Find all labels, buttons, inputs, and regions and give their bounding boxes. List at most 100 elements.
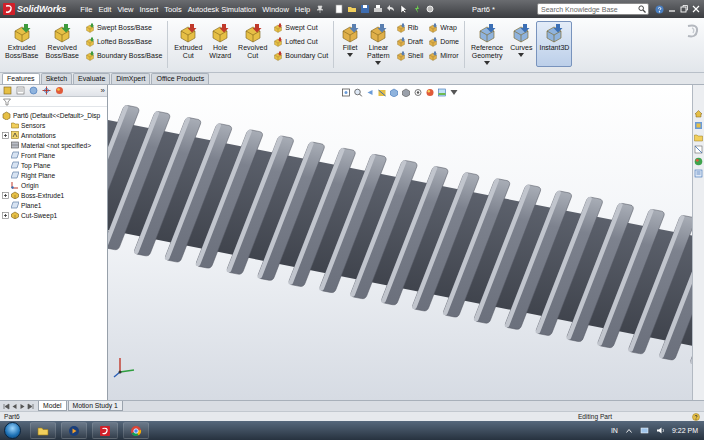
feature-icon[interactable] — [544, 23, 564, 43]
command-button[interactable]: Mirror — [428, 50, 459, 61]
feature-icon[interactable] — [85, 51, 95, 61]
command-tab[interactable]: Evaluate — [73, 73, 110, 84]
feature-icon[interactable] — [85, 23, 95, 33]
help-icon[interactable] — [655, 5, 664, 14]
undo-icon[interactable] — [386, 4, 396, 14]
command-button[interactable]: Extruded Boss/Base — [2, 21, 41, 67]
tree-item[interactable]: Right Plane — [2, 170, 106, 180]
command-button[interactable]: Instant3D — [536, 21, 572, 67]
feature-icon[interactable] — [396, 51, 406, 61]
minimize-icon[interactable] — [668, 5, 676, 13]
file-explorer-icon[interactable] — [694, 133, 703, 142]
edit-appearance-icon[interactable] — [426, 88, 435, 97]
command-button[interactable]: Extruded Cut — [171, 21, 205, 67]
appearances-icon[interactable] — [694, 157, 703, 166]
next-tab-icon[interactable] — [19, 403, 26, 410]
custom-properties-icon[interactable] — [694, 169, 703, 178]
command-button[interactable]: Reference Geometry — [468, 21, 506, 67]
feature-icon[interactable] — [273, 51, 283, 61]
zoom-to-fit-icon[interactable] — [342, 88, 351, 97]
menu-item[interactable]: Edit — [98, 5, 111, 14]
configuration-icon[interactable] — [29, 86, 38, 95]
feature-icon[interactable] — [210, 23, 230, 43]
clock[interactable]: 9:22 PM — [672, 427, 698, 434]
command-button[interactable]: Draft — [396, 36, 424, 47]
command-tab[interactable]: Features — [2, 73, 40, 84]
tree-item[interactable]: Cut-Sweep1 — [2, 210, 106, 220]
previous-view-icon[interactable] — [366, 88, 375, 97]
design-library-icon[interactable] — [694, 121, 703, 130]
command-button[interactable]: Swept Cut — [273, 22, 328, 33]
feature-icon[interactable] — [273, 23, 283, 33]
rebuild-icon[interactable] — [412, 4, 422, 14]
tree-item[interactable]: Material <not specified> — [2, 140, 106, 150]
feature-icon[interactable] — [85, 37, 95, 47]
filter-icon[interactable] — [3, 98, 11, 106]
options-icon[interactable] — [425, 4, 435, 14]
tray-arrow-icon[interactable] — [625, 427, 633, 435]
close-icon[interactable] — [692, 5, 700, 13]
command-button[interactable]: Fillet — [337, 21, 363, 67]
display-style-icon[interactable] — [402, 88, 411, 97]
magnifier-icon[interactable] — [638, 5, 646, 13]
expand-panel[interactable]: » — [101, 86, 105, 96]
panel-tab[interactable] — [54, 86, 65, 96]
command-button[interactable]: Revolved Cut — [235, 21, 270, 67]
view-settings-icon[interactable] — [450, 88, 459, 97]
app-logo[interactable]: SolidWorks — [3, 3, 66, 15]
first-tab-icon[interactable] — [3, 403, 10, 410]
menu-item[interactable]: File — [80, 5, 92, 14]
panel-tab[interactable] — [2, 86, 13, 96]
command-button[interactable]: Wrap — [428, 22, 459, 33]
feature-icon[interactable] — [396, 23, 406, 33]
panel-tab[interactable] — [41, 86, 52, 96]
menu-item[interactable]: Tools — [164, 5, 182, 14]
apply-scene-icon[interactable] — [438, 88, 447, 97]
search-field[interactable]: Search Knowledge Base — [537, 3, 649, 15]
section-view-icon[interactable] — [378, 88, 387, 97]
menu-item[interactable]: Insert — [140, 5, 159, 14]
menu-item[interactable]: Window — [262, 5, 289, 14]
start-button[interactable] — [4, 422, 21, 439]
tree-filter[interactable] — [0, 97, 107, 107]
feature-icon[interactable] — [511, 23, 531, 43]
chrome-icon[interactable] — [130, 425, 142, 437]
menu-item[interactable]: Autodesk Simulation — [188, 5, 256, 14]
dimxpert-icon[interactable] — [42, 86, 51, 95]
save-icon[interactable] — [360, 4, 370, 14]
taskbar-app[interactable] — [61, 422, 87, 439]
expand-icon[interactable] — [2, 192, 9, 199]
feature-icon[interactable] — [396, 37, 406, 47]
tree-item[interactable]: Plane1 — [2, 200, 106, 210]
part-model[interactable] — [108, 85, 692, 400]
feature-icon[interactable] — [243, 23, 263, 43]
panel-tab[interactable] — [15, 86, 26, 96]
dropdown-arrow-icon[interactable] — [518, 53, 524, 57]
command-button[interactable]: Boundary Cut — [273, 50, 328, 61]
feature-icon[interactable] — [12, 23, 32, 43]
last-tab-icon[interactable] — [27, 403, 34, 410]
tree-expander[interactable] — [2, 212, 9, 219]
command-button[interactable]: Dome — [428, 36, 459, 47]
ds-logo-icon[interactable] — [3, 3, 15, 15]
tree-expander[interactable] — [2, 192, 9, 199]
pin-icon[interactable] — [316, 5, 324, 13]
panel-tab[interactable] — [28, 86, 39, 96]
expand-icon[interactable] — [2, 212, 9, 219]
taskbar-app[interactable] — [92, 422, 118, 439]
home-icon[interactable] — [694, 109, 703, 118]
feature-icon[interactable] — [477, 23, 497, 43]
view-orientation-icon[interactable] — [390, 88, 399, 97]
sheet-tab[interactable]: Model — [38, 401, 67, 411]
display-manager-icon[interactable] — [55, 86, 64, 95]
dropdown-arrow-icon[interactable] — [347, 53, 353, 57]
command-button[interactable]: Revolved Boss/Base — [42, 21, 81, 67]
command-tab[interactable]: DimXpert — [111, 73, 150, 84]
property-manager-icon[interactable] — [16, 86, 25, 95]
feature-icon[interactable] — [428, 23, 438, 33]
command-button[interactable]: Lofted Cut — [273, 36, 328, 47]
feature-icon[interactable] — [428, 37, 438, 47]
tree-item[interactable]: Annotations — [2, 130, 106, 140]
graphics-area[interactable] — [108, 85, 692, 400]
dropdown-arrow-icon[interactable] — [375, 61, 381, 65]
